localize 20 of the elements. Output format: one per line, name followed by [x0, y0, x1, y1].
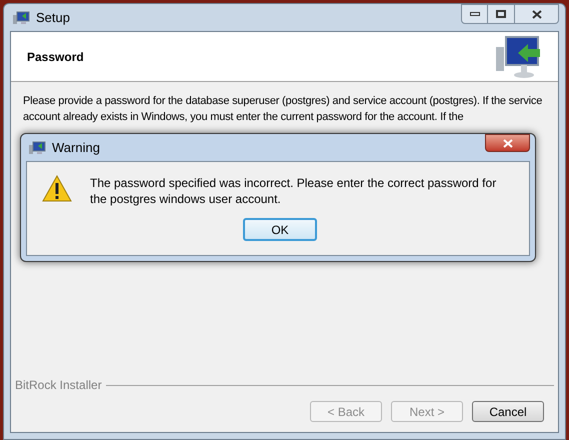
close-button[interactable]: [485, 134, 530, 152]
maximize-button[interactable]: [488, 4, 515, 24]
minimize-button[interactable]: [461, 4, 488, 24]
ok-button[interactable]: OK: [243, 218, 317, 241]
close-icon: [532, 10, 542, 18]
close-button[interactable]: [515, 4, 559, 24]
installer-brand: BitRock Installer: [15, 377, 102, 394]
wizard-button[interactable]: Cancel: [472, 401, 544, 422]
page-title: Password: [27, 48, 84, 66]
maximize-icon: [496, 10, 506, 18]
warning-message: The password specified was incorrect. Please enter the correct password for the postgres windows user account.: [90, 175, 498, 207]
warning-icon: [42, 175, 72, 202]
computer-arrow-icon: [494, 34, 542, 78]
intro-text: Please provide a password for the database superuser (postgres) and service account (postgres). If the service account already exists in Windows, you must enter the current password for the account. If the: [23, 94, 544, 125]
window-title: Setup: [36, 8, 70, 27]
minimize-icon: [470, 12, 480, 16]
close-icon: [502, 138, 512, 148]
computer-icon: [28, 140, 46, 156]
computer-icon: [12, 10, 30, 26]
dialog-title: Warning: [52, 138, 100, 157]
